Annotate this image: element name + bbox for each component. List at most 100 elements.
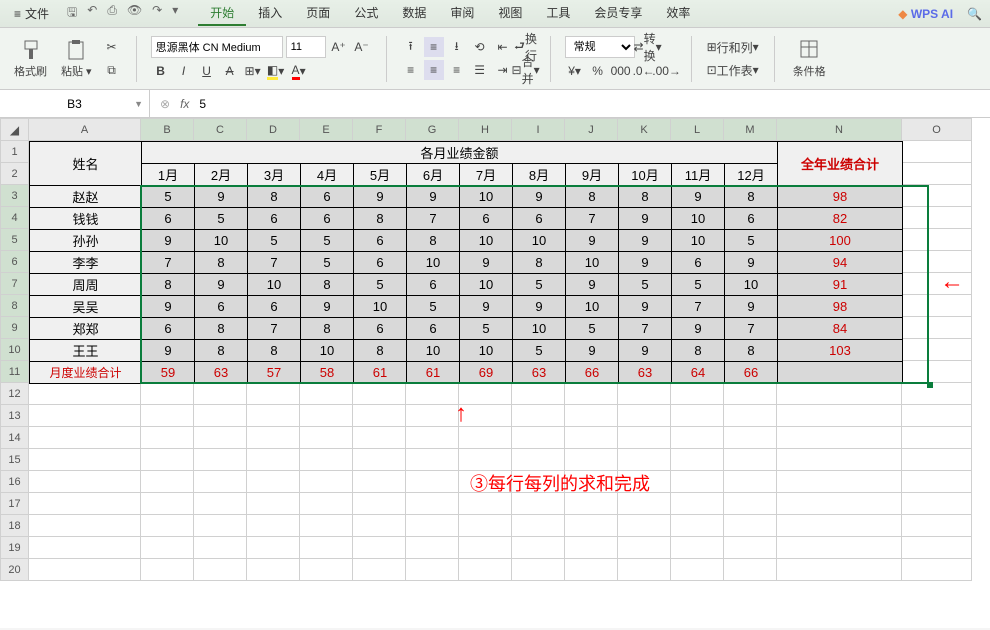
name-cell[interactable]: 王王 <box>30 340 142 362</box>
cell[interactable] <box>247 515 300 537</box>
data-cell[interactable]: 9 <box>354 186 407 208</box>
row-header-9[interactable]: 9 <box>1 317 29 339</box>
fx-icon[interactable]: fx <box>180 97 189 111</box>
cell[interactable] <box>902 427 972 449</box>
month-header[interactable]: 3月 <box>248 164 301 186</box>
cell[interactable] <box>247 449 300 471</box>
data-cell[interactable]: 7 <box>248 318 301 340</box>
cell[interactable] <box>300 515 353 537</box>
name-cell[interactable]: 孙孙 <box>30 230 142 252</box>
strikethrough-button[interactable]: A <box>220 61 240 81</box>
cell[interactable] <box>29 537 141 559</box>
data-cell[interactable]: 8 <box>513 252 566 274</box>
data-cell[interactable]: 8 <box>354 208 407 230</box>
cell[interactable] <box>406 449 459 471</box>
cell[interactable] <box>406 515 459 537</box>
save-icon[interactable]: 🖫 <box>67 3 77 24</box>
cell[interactable] <box>777 559 902 581</box>
data-cell[interactable]: 10 <box>195 230 248 252</box>
col-header-C[interactable]: C <box>194 119 247 141</box>
cell[interactable] <box>724 493 777 515</box>
cell[interactable] <box>671 383 724 405</box>
cell[interactable] <box>902 141 972 163</box>
border-button[interactable]: ⊞▾ <box>243 61 263 81</box>
data-cell[interactable]: 6 <box>354 230 407 252</box>
data-cell[interactable]: 8 <box>195 318 248 340</box>
data-cell[interactable]: 8 <box>725 340 778 362</box>
cell[interactable] <box>194 515 247 537</box>
tab-公式[interactable]: 公式 <box>342 1 390 26</box>
data-cell[interactable]: 10 <box>460 340 513 362</box>
align-bottom-icon[interactable]: ⭳ <box>447 37 467 57</box>
cell[interactable] <box>902 449 972 471</box>
cell[interactable] <box>353 405 406 427</box>
data-cell[interactable]: 9 <box>301 296 354 318</box>
data-cell[interactable]: 9 <box>725 252 778 274</box>
name-cell[interactable]: 周周 <box>30 274 142 296</box>
data-cell[interactable]: 8 <box>566 186 619 208</box>
cell[interactable] <box>902 163 972 185</box>
cell[interactable] <box>141 449 194 471</box>
data-cell[interactable]: 6 <box>354 318 407 340</box>
col-header-F[interactable]: F <box>353 119 406 141</box>
preview-icon[interactable]: 👁 <box>127 3 142 24</box>
cell[interactable] <box>902 493 972 515</box>
data-cell[interactable]: 9 <box>619 252 672 274</box>
cell[interactable] <box>671 515 724 537</box>
data-cell[interactable]: 9 <box>460 252 513 274</box>
chevron-down-icon[interactable]: ▼ <box>134 99 143 109</box>
col-header-O[interactable]: O <box>902 119 972 141</box>
paste-button[interactable]: 粘贴 ▾ <box>57 37 96 81</box>
cell[interactable] <box>671 537 724 559</box>
row-header-7[interactable]: 7 <box>1 273 29 295</box>
cell[interactable] <box>141 493 194 515</box>
formula-input[interactable] <box>199 97 980 111</box>
align-middle-icon[interactable]: ≡ <box>424 37 444 57</box>
row-col-button[interactable]: ⊞ 行和列▾ <box>706 37 760 57</box>
month-header[interactable]: 12月 <box>725 164 778 186</box>
data-cell[interactable]: 9 <box>460 296 513 318</box>
data-cell[interactable]: 7 <box>672 296 725 318</box>
data-cell[interactable]: 10 <box>460 186 513 208</box>
cell[interactable] <box>300 405 353 427</box>
wps-ai-logo[interactable]: ◆ WPS AI <box>898 7 953 21</box>
col-header-L[interactable]: L <box>671 119 724 141</box>
cell[interactable] <box>29 559 141 581</box>
month-header[interactable]: 5月 <box>354 164 407 186</box>
tab-效率[interactable]: 效率 <box>654 1 702 26</box>
number-format-combo[interactable]: 常规 <box>565 36 635 58</box>
data-cell[interactable]: 10 <box>407 252 460 274</box>
cell[interactable] <box>353 559 406 581</box>
currency-icon[interactable]: ¥▾ <box>565 61 585 81</box>
data-cell[interactable]: 9 <box>513 186 566 208</box>
cell[interactable] <box>902 471 972 493</box>
cell[interactable] <box>777 383 902 405</box>
cell[interactable] <box>902 229 972 251</box>
cell[interactable] <box>618 449 671 471</box>
data-cell[interactable]: 5 <box>142 186 195 208</box>
cell[interactable] <box>194 427 247 449</box>
month-header[interactable]: 2月 <box>195 164 248 186</box>
cell[interactable] <box>777 537 902 559</box>
cell[interactable] <box>29 405 141 427</box>
decrease-decimal-icon[interactable]: .0← <box>634 61 654 81</box>
cell[interactable] <box>194 493 247 515</box>
data-cell[interactable]: 6 <box>725 208 778 230</box>
name-cell[interactable]: 李李 <box>30 252 142 274</box>
cell[interactable] <box>671 449 724 471</box>
col-header-K[interactable]: K <box>618 119 671 141</box>
percent-icon[interactable]: % <box>588 61 608 81</box>
row-total-cell[interactable]: 98 <box>778 296 903 318</box>
cell[interactable] <box>353 427 406 449</box>
tab-工具[interactable]: 工具 <box>534 1 582 26</box>
cell[interactable] <box>618 559 671 581</box>
col-total-cell[interactable]: 61 <box>407 362 460 384</box>
data-cell[interactable]: 9 <box>725 296 778 318</box>
row-total-cell[interactable]: 91 <box>778 274 903 296</box>
row-header-1[interactable]: 1 <box>1 141 29 163</box>
data-cell[interactable]: 8 <box>195 252 248 274</box>
data-cell[interactable]: 9 <box>672 186 725 208</box>
cell[interactable] <box>618 405 671 427</box>
cell[interactable] <box>194 405 247 427</box>
data-cell[interactable]: 5 <box>195 208 248 230</box>
